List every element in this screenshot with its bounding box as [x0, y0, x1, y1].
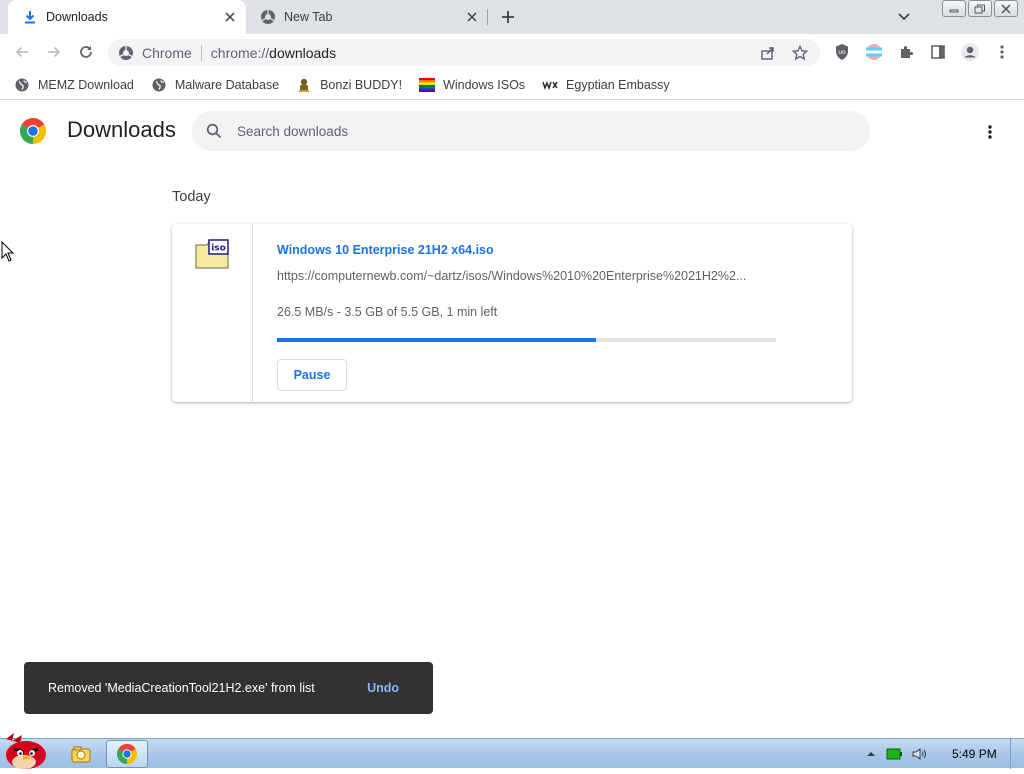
page-menu-button[interactable] [978, 120, 1002, 144]
tray-expand-icon[interactable] [866, 750, 876, 758]
forward-arrow-icon [48, 46, 61, 58]
system-tray [866, 739, 928, 769]
volume-icon[interactable] [912, 747, 928, 761]
taskbar-explorer-icon[interactable] [66, 740, 96, 768]
chevron-down-icon [898, 13, 910, 21]
wix-icon [542, 77, 558, 93]
close-icon [1001, 3, 1011, 14]
bookmark-label: MEMZ Download [38, 77, 134, 92]
chrome-menu-button[interactable] [990, 40, 1014, 64]
start-button-angry-bird-icon[interactable] [0, 731, 52, 769]
page-title: Downloads [67, 117, 176, 142]
close-window-button[interactable] [994, 0, 1018, 17]
toast-message: Removed 'MediaCreationTool21H2.exe' from… [48, 681, 315, 695]
file-icon-column: iso [172, 224, 253, 402]
tab-new-tab[interactable]: New Tab [250, 0, 488, 34]
tab-divider [487, 9, 488, 25]
omnibox-separator [200, 44, 202, 61]
extensions-puzzle-icon[interactable] [894, 40, 918, 64]
file-source-url[interactable]: https://computernewb.com/~dartz/isos/Win… [277, 269, 777, 283]
bookmark-egyptian-embassy[interactable]: Egyptian Embassy [542, 77, 670, 93]
chrome-logo-icon [19, 117, 47, 145]
globe-icon [151, 77, 167, 93]
new-tab-button[interactable] [496, 5, 520, 29]
chrome-globe-icon [260, 9, 276, 25]
ublock-extension-icon[interactable]: uo [830, 40, 854, 64]
address-bar[interactable]: Chrome chrome://downloads [108, 39, 820, 66]
show-desktop-button[interactable] [1010, 739, 1024, 769]
svg-text:iso: iso [211, 244, 226, 254]
download-status: 26.5 MB/s - 3.5 GB of 5.5 GB, 1 min left [277, 305, 498, 319]
back-button[interactable] [10, 40, 34, 64]
share-icon[interactable] [758, 43, 778, 63]
bonzi-icon [296, 77, 312, 93]
download-progress-fill [277, 338, 597, 342]
profile-avatar-icon[interactable] [958, 40, 982, 64]
taskbar-chrome-icon[interactable] [106, 740, 148, 768]
globe-icon [14, 77, 30, 93]
restore-icon [974, 4, 985, 13]
windows-taskbar: 5:49 PM [0, 733, 1024, 769]
minimize-icon [949, 9, 959, 12]
close-tab-icon[interactable] [220, 7, 240, 27]
bookmark-label: Malware Database [174, 77, 280, 92]
minimize-button[interactable] [942, 0, 966, 17]
bookmark-label: Bonzi BUDDY! [320, 77, 403, 92]
kebab-menu-icon [988, 125, 992, 139]
bookmark-memz-download[interactable]: MEMZ Download [14, 77, 134, 93]
search-input[interactable] [237, 123, 797, 139]
downloads-header: Downloads [0, 101, 1024, 161]
pause-button[interactable]: Pause [277, 359, 347, 391]
kebab-menu-icon [1000, 45, 1004, 59]
date-heading: Today [172, 189, 211, 205]
download-item-card: iso Windows 10 Enterprise 21H2 x64.iso h… [172, 224, 852, 402]
tab-downloads[interactable]: Downloads [8, 0, 246, 34]
site-chip: Chrome [142, 44, 192, 61]
rainbow-flag-icon [419, 77, 436, 93]
flag-extension-icon[interactable] [862, 40, 886, 64]
restore-button[interactable] [968, 0, 992, 17]
bookmark-bonzi-buddy[interactable]: Bonzi BUDDY! [296, 77, 402, 93]
forward-button[interactable] [42, 40, 66, 64]
download-progress-bar [277, 338, 776, 342]
plus-icon [502, 11, 514, 23]
removed-toast: Removed 'MediaCreationTool21H2.exe' from… [24, 662, 433, 714]
search-icon [204, 121, 224, 141]
svg-text:uo: uo [838, 49, 846, 56]
url-scheme: chrome:// [210, 44, 270, 61]
reload-icon [80, 46, 92, 58]
bookmark-malware-database[interactable]: Malware Database [151, 77, 279, 93]
downloads-page: Downloads Today iso Windows 10 Enterpris… [0, 101, 1024, 737]
undo-button[interactable]: Undo [367, 681, 399, 695]
iso-file-icon: iso [195, 239, 229, 269]
bookmark-label: Windows ISOs [443, 77, 526, 92]
file-name-link[interactable]: Windows 10 Enterprise 21H2 x64.iso [277, 243, 494, 257]
bookmark-label: Egyptian Embassy [566, 77, 670, 92]
search-bar[interactable] [192, 111, 870, 151]
url-path: downloads [269, 44, 337, 61]
window-controls [942, 0, 1018, 17]
mouse-cursor-icon [1, 240, 15, 263]
taskbar-clock[interactable]: 5:49 PM [952, 747, 997, 761]
side-panel-icon[interactable] [926, 40, 950, 64]
bookmarks-bar: MEMZ Download Malware Database Bonzi BUD… [0, 70, 1024, 100]
close-tab-icon[interactable] [462, 7, 482, 27]
tab-strip: Downloads New Tab [0, 0, 1024, 34]
tab-label: Downloads [46, 10, 108, 24]
bookmark-star-icon[interactable] [790, 43, 810, 63]
tab-label: New Tab [284, 10, 333, 24]
reload-button[interactable] [74, 40, 98, 64]
bookmark-windows-isos[interactable]: Windows ISOs [419, 77, 525, 93]
back-arrow-icon [15, 46, 28, 58]
download-icon [22, 9, 38, 25]
tab-search-button[interactable] [894, 7, 914, 27]
toolbar: Chrome chrome://downloads uo [0, 34, 1024, 70]
chrome-site-icon [118, 45, 134, 61]
url-text[interactable]: chrome://downloads [211, 45, 758, 61]
battery-icon[interactable] [886, 747, 902, 761]
